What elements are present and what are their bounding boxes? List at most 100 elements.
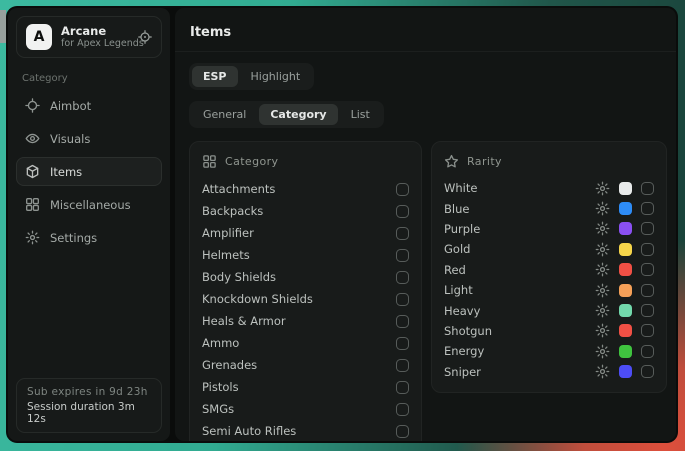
category-row-semi-auto-rifles[interactable]: Semi Auto Rifles: [202, 420, 409, 441]
rarity-panel-title: Rarity: [467, 155, 502, 168]
checkbox-blue[interactable]: [641, 202, 654, 215]
category-row-label: Pistols: [202, 380, 239, 394]
rarity-row-label: White: [444, 181, 595, 195]
checkbox-white[interactable]: [641, 182, 654, 195]
gear-icon[interactable]: [595, 221, 610, 236]
rarity-row-label: Red: [444, 263, 595, 277]
category-row-label: Grenades: [202, 358, 257, 372]
sidebar-item-items[interactable]: Items: [16, 157, 162, 186]
color-swatch-gold[interactable]: [619, 243, 632, 256]
color-swatch-sniper[interactable]: [619, 365, 632, 378]
rarity-row-shotgun[interactable]: Shotgun: [444, 321, 654, 341]
checkbox-smgs[interactable]: [396, 403, 409, 416]
rarity-row-sniper[interactable]: Sniper: [444, 362, 654, 382]
color-swatch-blue[interactable]: [619, 202, 632, 215]
gear-icon[interactable]: [595, 364, 610, 379]
sidebar-item-label: Visuals: [50, 132, 90, 146]
checkbox-purple[interactable]: [641, 222, 654, 235]
checkbox-ammo[interactable]: [396, 337, 409, 350]
category-row-knockdown-shields[interactable]: Knockdown Shields: [202, 288, 409, 310]
tab-list[interactable]: List: [340, 104, 381, 125]
checkbox-red[interactable]: [641, 263, 654, 276]
category-row-backpacks[interactable]: Backpacks: [202, 200, 409, 222]
color-swatch-shotgun[interactable]: [619, 324, 632, 337]
category-panel: Category AttachmentsBackpacks Amplifier He…: [189, 141, 422, 441]
checkbox-amplifier[interactable]: [396, 227, 409, 240]
category-list: AttachmentsBackpacks Amplifier Helmets Body…: [202, 178, 409, 441]
category-row-label: Amplifier: [202, 226, 254, 240]
rarity-row-energy[interactable]: Energy: [444, 341, 654, 361]
category-row-pistols[interactable]: Pistols: [202, 376, 409, 398]
tab-general[interactable]: General: [192, 104, 257, 125]
checkbox-grenades[interactable]: [396, 359, 409, 372]
category-row-amplifier[interactable]: Amplifier: [202, 222, 409, 244]
brand-card: A Arcane for Apex Legends: [16, 16, 162, 58]
rarity-row-label: Purple: [444, 222, 595, 236]
main-header: Items: [175, 8, 676, 52]
gear-icon[interactable]: [595, 303, 610, 318]
tab-category[interactable]: Category: [259, 104, 337, 125]
category-panel-title: Category: [225, 155, 278, 168]
gear-icon[interactable]: [595, 344, 610, 359]
checkbox-light[interactable]: [641, 284, 654, 297]
gear-icon[interactable]: [595, 323, 610, 338]
rarity-row-blue[interactable]: Blue: [444, 198, 654, 218]
checkbox-knockdown-shields[interactable]: [396, 293, 409, 306]
mode-button-esp[interactable]: ESP: [192, 66, 238, 87]
sidebar-item-aimbot[interactable]: Aimbot: [16, 91, 162, 120]
checkbox-sniper[interactable]: [641, 365, 654, 378]
main-panel: Items ESPHighlight GeneralCategoryList C…: [175, 8, 676, 441]
color-swatch-energy[interactable]: [619, 345, 632, 358]
color-swatch-heavy[interactable]: [619, 304, 632, 317]
rarity-row-gold[interactable]: Gold: [444, 239, 654, 259]
checkbox-attachments[interactable]: [396, 183, 409, 196]
app-logo: A: [26, 24, 52, 50]
sidebar-item-visuals[interactable]: Visuals: [16, 124, 162, 153]
category-row-label: Body Shields: [202, 270, 276, 284]
gear-icon[interactable]: [595, 181, 610, 196]
color-swatch-purple[interactable]: [619, 222, 632, 235]
rarity-row-red[interactable]: Red: [444, 260, 654, 280]
category-row-body-shields[interactable]: Body Shields: [202, 266, 409, 288]
sidebar-item-label: Items: [50, 165, 82, 179]
category-row-label: Heals & Armor: [202, 314, 286, 328]
sidebar-item-miscellaneous[interactable]: Miscellaneous: [16, 190, 162, 219]
checkbox-helmets[interactable]: [396, 249, 409, 262]
color-swatch-light[interactable]: [619, 284, 632, 297]
checkbox-heavy[interactable]: [641, 304, 654, 317]
gear-icon: [25, 230, 40, 245]
rarity-row-light[interactable]: Light: [444, 280, 654, 300]
category-row-label: SMGs: [202, 402, 234, 416]
checkbox-backpacks[interactable]: [396, 205, 409, 218]
category-row-ammo[interactable]: Ammo: [202, 332, 409, 354]
checkbox-semi-auto-rifles[interactable]: [396, 425, 409, 438]
category-row-helmets[interactable]: Helmets: [202, 244, 409, 266]
checkbox-heals-armor[interactable]: [396, 315, 409, 328]
gear-icon[interactable]: [595, 283, 610, 298]
rarity-row-white[interactable]: White: [444, 178, 654, 198]
category-row-smgs[interactable]: SMGs: [202, 398, 409, 420]
category-row-grenades[interactable]: Grenades: [202, 354, 409, 376]
category-row-attachments[interactable]: Attachments: [202, 178, 409, 200]
color-swatch-white[interactable]: [619, 182, 632, 195]
checkbox-energy[interactable]: [641, 345, 654, 358]
mode-button-highlight[interactable]: Highlight: [240, 66, 312, 87]
app-window: A Arcane for Apex Legends Category Aimbo…: [6, 6, 678, 443]
gear-icon[interactable]: [595, 201, 610, 216]
rarity-row-heavy[interactable]: Heavy: [444, 300, 654, 320]
sidebar-item-settings[interactable]: Settings: [16, 223, 162, 252]
category-row-heals-armor[interactable]: Heals & Armor: [202, 310, 409, 332]
checkbox-body-shields[interactable]: [396, 271, 409, 284]
color-swatch-red[interactable]: [619, 263, 632, 276]
rarity-row-purple[interactable]: Purple: [444, 219, 654, 239]
category-row-label: Ammo: [202, 336, 239, 350]
gear-icon[interactable]: [595, 262, 610, 277]
checkbox-pistols[interactable]: [396, 381, 409, 394]
target-icon[interactable]: [138, 30, 152, 44]
grid-icon: [202, 154, 217, 169]
rarity-list: White Blue Purple Gold Red LightHeavyShotgunE…: [444, 178, 654, 382]
checkbox-gold[interactable]: [641, 243, 654, 256]
checkbox-shotgun[interactable]: [641, 324, 654, 337]
sidebar-nav: Aimbot Visuals Items Miscellaneous Settings: [16, 91, 162, 252]
gear-icon[interactable]: [595, 242, 610, 257]
